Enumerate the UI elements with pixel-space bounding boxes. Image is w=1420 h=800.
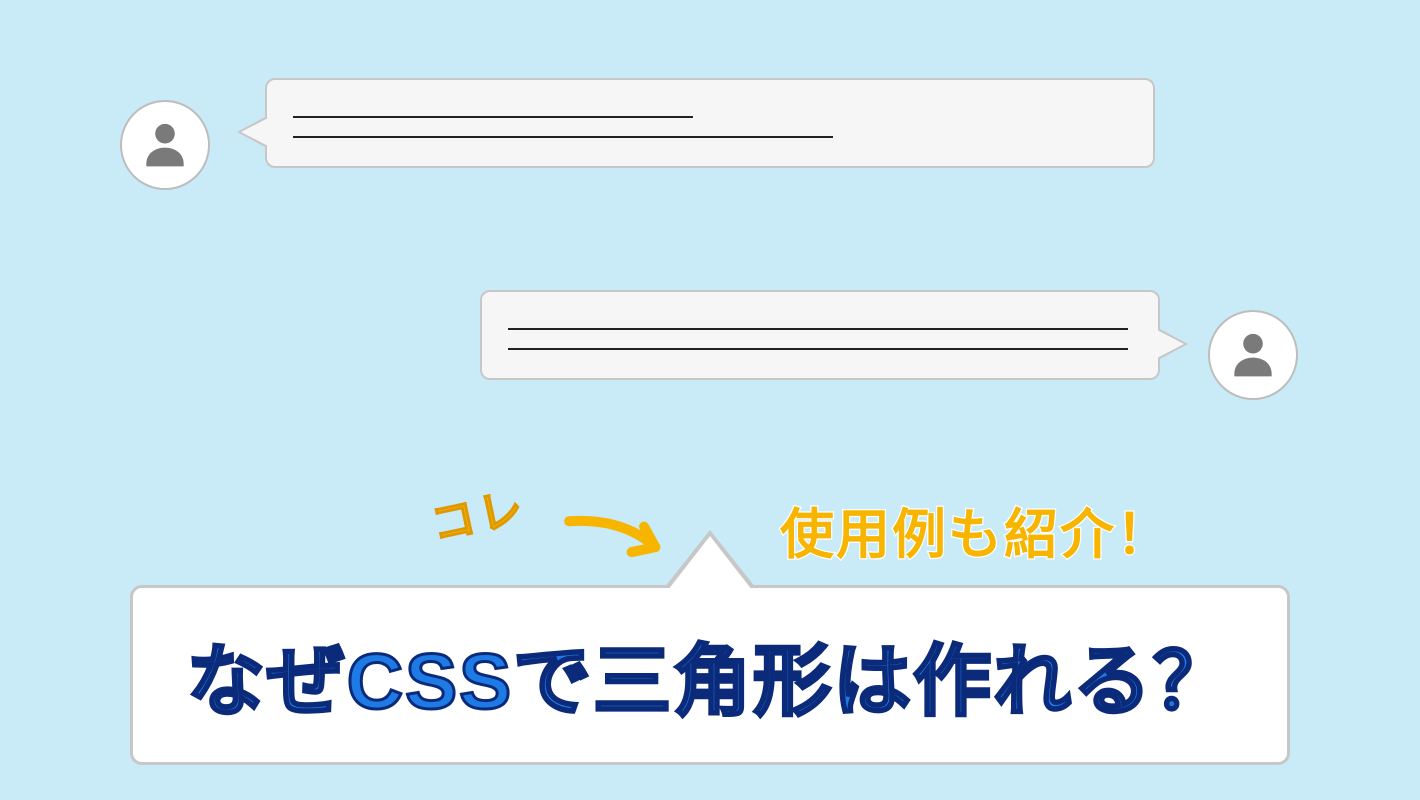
headline-box: なぜCSSで三角形は作れる？: [130, 585, 1290, 765]
annotation-subtitle: 使用例も紹介！: [780, 490, 1172, 569]
person-icon: [137, 115, 193, 176]
speech-bubble-left: [265, 78, 1155, 168]
person-icon: [1225, 325, 1281, 386]
avatar-left: [120, 100, 210, 190]
placeholder-line: [508, 348, 1128, 350]
placeholder-line: [293, 116, 693, 118]
headline-text: なぜCSSで三角形は作れる？: [187, 619, 1233, 731]
speech-bubble-right: [480, 290, 1160, 380]
placeholder-line: [508, 328, 1128, 330]
placeholder-line: [293, 136, 833, 138]
avatar-right: [1208, 310, 1298, 400]
annotation-pointer-label: コレ: [424, 471, 531, 554]
